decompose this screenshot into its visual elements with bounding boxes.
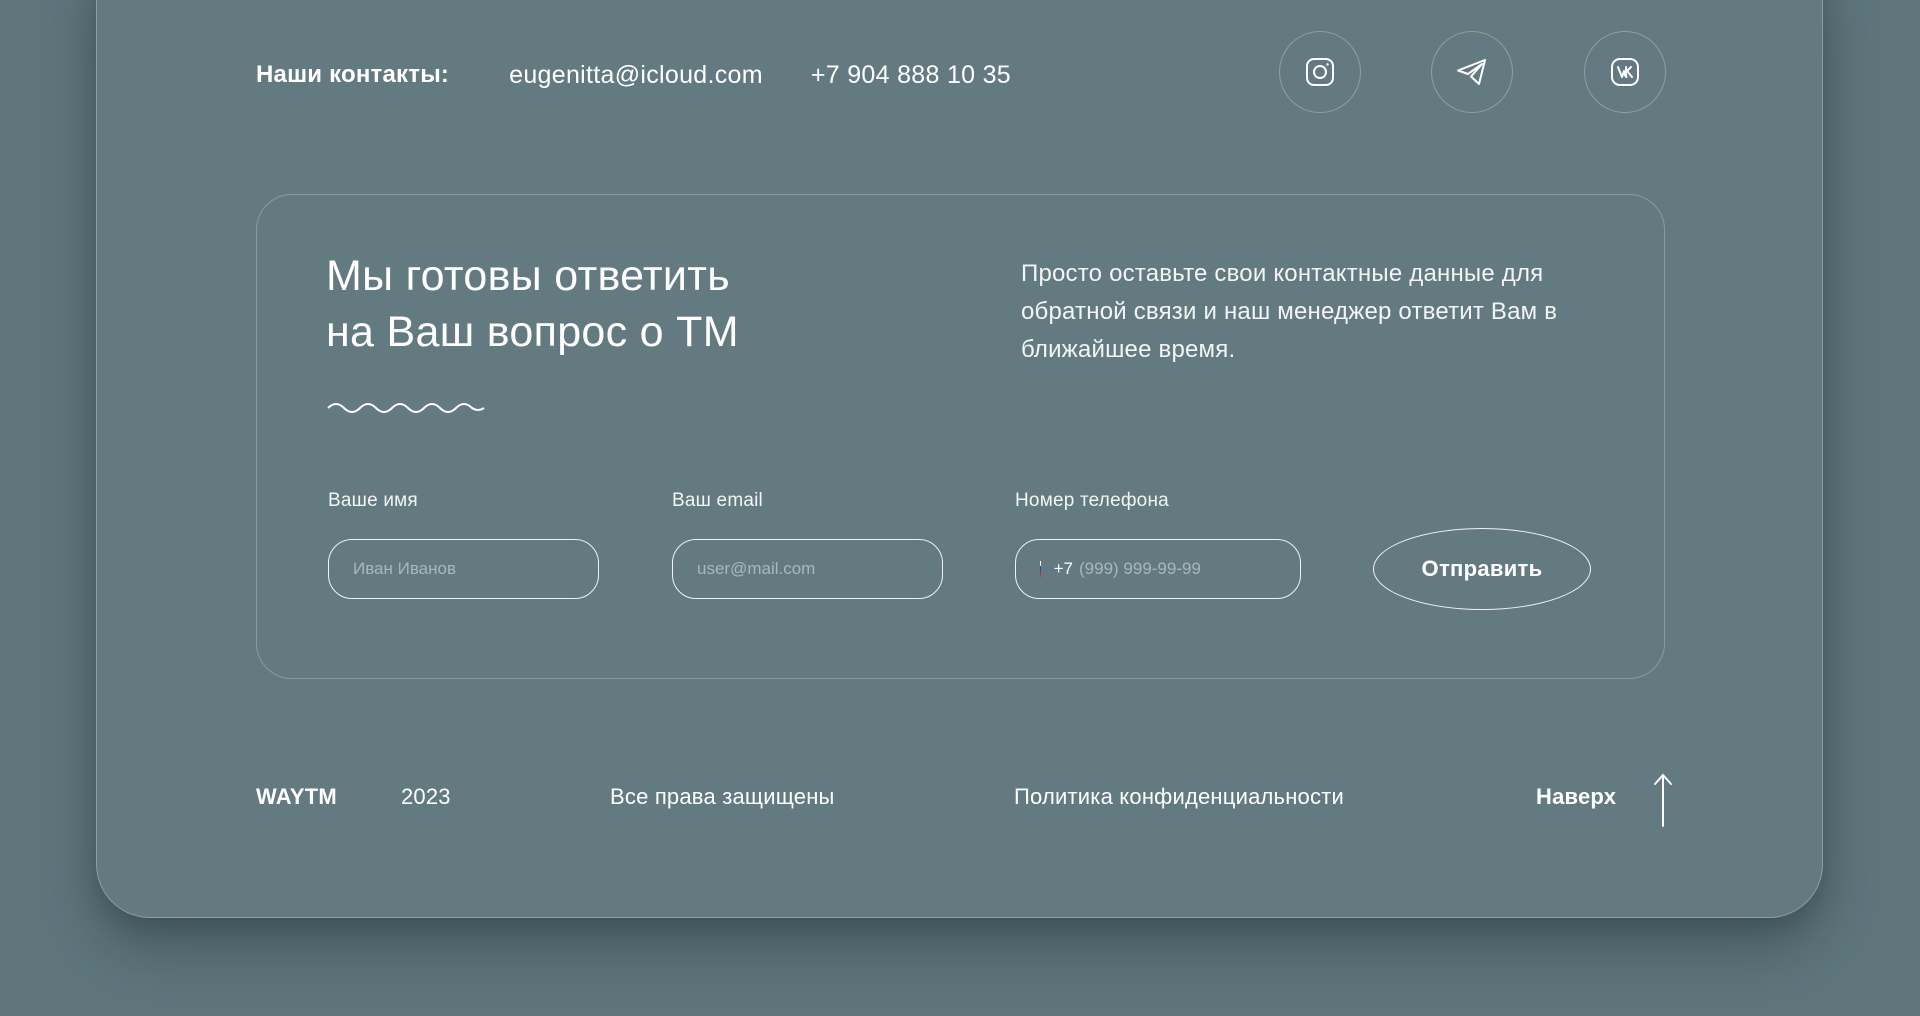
contact-phone-link[interactable]: +7 904 888 10 35 <box>811 61 1011 90</box>
contacts-label: Наши контакты: <box>256 61 450 88</box>
footer-year: 2023 <box>401 784 451 809</box>
contact-email-link[interactable]: eugenitta@icloud.com <box>509 61 763 90</box>
instagram-button[interactable] <box>1279 31 1361 113</box>
vk-icon <box>1611 58 1639 86</box>
phone-label: Номер телефона <box>1015 490 1169 511</box>
phone-country-code: +7 <box>1053 559 1073 578</box>
chevron-down-icon[interactable] <box>1045 564 1046 574</box>
telegram-icon <box>1457 59 1486 85</box>
privacy-policy-link[interactable]: Политика конфиденциальности <box>1014 784 1344 810</box>
contacts-row: Наши контакты: eugenitta@icloud.com +7 9… <box>256 57 1011 93</box>
headline-line-2: на Ваш вопрос о ТМ <box>326 308 739 356</box>
headline-line-1: Мы готовы ответить <box>326 252 730 300</box>
footer-rights: Все права защищены <box>610 784 835 809</box>
form-headline: Мы готовы ответить на Ваш вопрос о ТМ <box>326 248 846 360</box>
arrow-up-icon[interactable] <box>1652 772 1674 828</box>
submit-button[interactable]: Отправить <box>1373 528 1591 610</box>
footer-brand[interactable]: WAYTM <box>256 784 337 810</box>
wave-decoration <box>327 403 485 413</box>
email-input[interactable] <box>672 539 943 599</box>
phone-input[interactable] <box>1073 540 1300 598</box>
form-description: Просто оставьте свои контактные данные д… <box>1021 260 1558 363</box>
phone-field: +7 <box>1015 539 1301 599</box>
vk-button[interactable] <box>1584 31 1666 113</box>
name-label: Ваше имя <box>328 490 418 511</box>
russia-flag-icon[interactable] <box>1040 561 1042 577</box>
email-label: Ваш email <box>672 490 763 511</box>
back-to-top-link[interactable]: Наверх <box>1536 784 1616 810</box>
telegram-button[interactable] <box>1431 31 1513 113</box>
name-input[interactable] <box>328 539 599 599</box>
instagram-icon <box>1306 58 1334 86</box>
